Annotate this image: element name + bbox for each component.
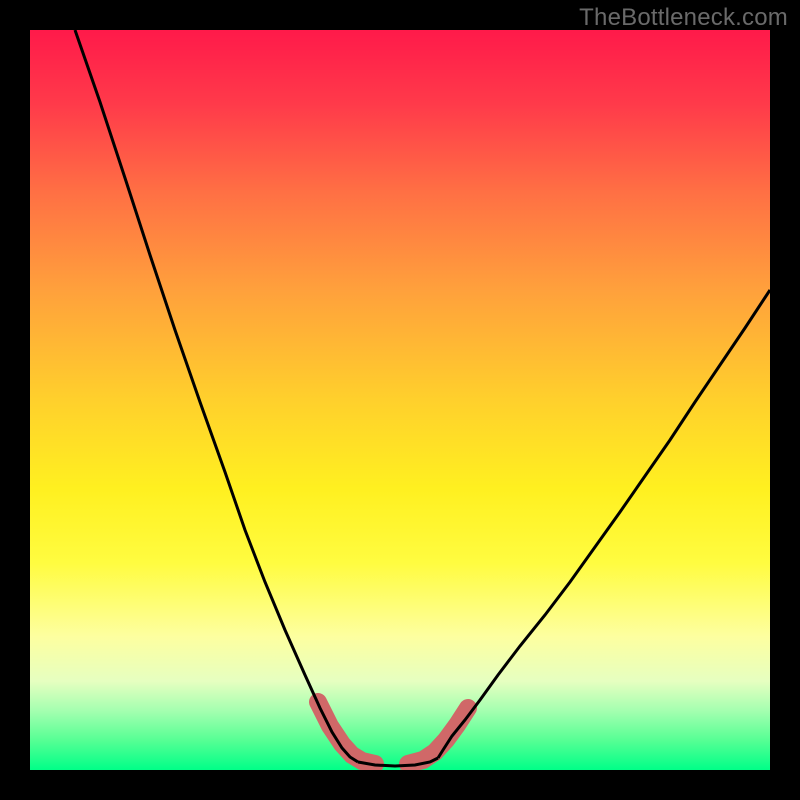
chart-svg bbox=[30, 30, 770, 770]
curve-right bbox=[438, 290, 770, 758]
curve-layer bbox=[75, 30, 770, 766]
highlight-layer bbox=[318, 702, 468, 764]
watermark-text: TheBottleneck.com bbox=[579, 4, 788, 32]
curve-left bbox=[75, 30, 358, 762]
chart-frame: TheBottleneck.com bbox=[0, 0, 800, 800]
